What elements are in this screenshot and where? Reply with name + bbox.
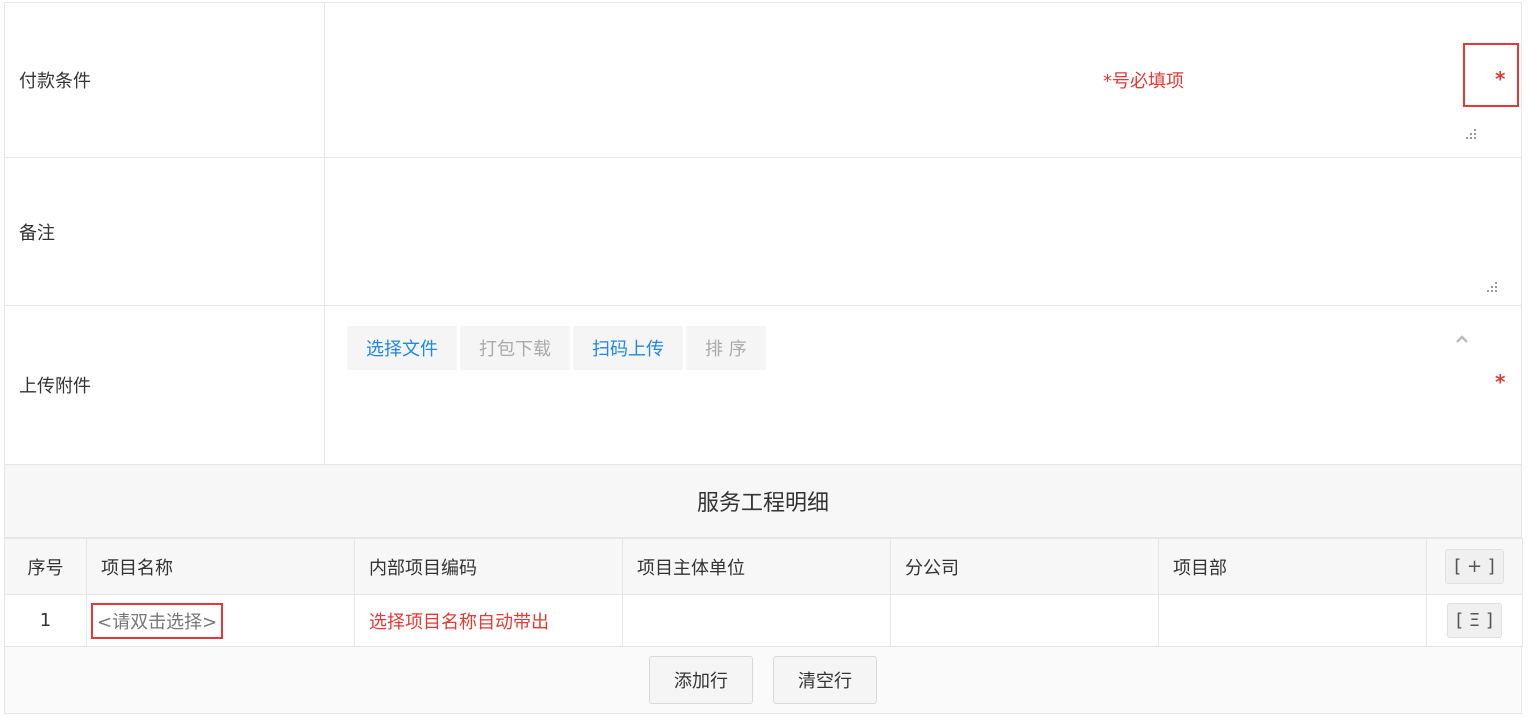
choose-file-button[interactable]: 选择文件: [347, 326, 457, 370]
add-row-button[interactable]: 添加行: [649, 656, 753, 704]
column-header: 项目名称: [86, 538, 355, 595]
column-header: 内部项目编码: [354, 538, 623, 595]
upload-toolbar: 选择文件 打包下载 扫码上传 排 序: [347, 326, 766, 370]
sort-button[interactable]: 排 序: [686, 326, 766, 370]
internal-code-hint: 选择项目名称自动带出: [369, 611, 549, 633]
row-menu-button[interactable]: [ Ξ ]: [1447, 603, 1502, 638]
project-name-cell[interactable]: <请双击选择>: [86, 594, 355, 647]
add-column-button[interactable]: [ + ]: [1445, 549, 1504, 584]
upload-label: 上传附件: [5, 306, 325, 464]
payment-terms-textarea[interactable]: *号必填项 *: [325, 3, 1521, 157]
payment-terms-row: 付款条件 *号必填项 *: [4, 3, 1522, 158]
project-dept-cell[interactable]: [1158, 594, 1427, 647]
required-mark: *: [1495, 370, 1506, 394]
project-entity-cell[interactable]: [622, 594, 891, 647]
project-name-picker[interactable]: <请双击选择>: [91, 602, 224, 639]
branch-cell[interactable]: [890, 594, 1159, 647]
required-highlight-box: [1463, 43, 1519, 107]
resize-handle-icon[interactable]: [1487, 282, 1497, 292]
remarks-label: 备注: [5, 158, 325, 305]
clear-rows-button[interactable]: 清空行: [773, 656, 877, 704]
internal-code-cell: 选择项目名称自动带出: [354, 594, 623, 647]
resize-handle-icon[interactable]: [1466, 129, 1476, 139]
required-hint: *号必填项: [1103, 71, 1184, 92]
row-actions-cell: [ Ξ ]: [1426, 594, 1523, 647]
table-actions: 添加行 清空行: [4, 647, 1522, 714]
remarks-row: 备注: [4, 158, 1522, 306]
form: 付款条件 *号必填项 * 备注 上传附件 选择文件 打包下载 扫码上传 排 序 …: [4, 2, 1523, 714]
column-header: 序号: [4, 538, 87, 595]
upload-field: 选择文件 打包下载 扫码上传 排 序 *: [325, 306, 1521, 464]
chevron-up-icon[interactable]: [1455, 332, 1469, 346]
column-header: 分公司: [890, 538, 1159, 595]
required-mark: *: [1495, 67, 1506, 91]
table-header-row: 序号 项目名称 内部项目编码 项目主体单位 分公司 项目部 [ + ]: [4, 538, 1523, 595]
remarks-textarea[interactable]: [325, 158, 1521, 305]
column-header-actions: [ + ]: [1426, 538, 1523, 595]
column-header: 项目部: [1158, 538, 1427, 595]
table-row: 1 <请双击选择> 选择项目名称自动带出 [ Ξ ]: [4, 594, 1523, 647]
upload-row: 上传附件 选择文件 打包下载 扫码上传 排 序 *: [4, 306, 1522, 465]
payment-terms-label: 付款条件: [5, 3, 325, 157]
detail-table: 序号 项目名称 内部项目编码 项目主体单位 分公司 项目部 [ + ] 1 <请…: [4, 538, 1523, 647]
row-index: 1: [4, 594, 87, 647]
column-header: 项目主体单位: [622, 538, 891, 595]
pack-download-button[interactable]: 打包下载: [460, 326, 570, 370]
scan-upload-button[interactable]: 扫码上传: [573, 326, 683, 370]
detail-section-title: 服务工程明细: [4, 465, 1522, 538]
